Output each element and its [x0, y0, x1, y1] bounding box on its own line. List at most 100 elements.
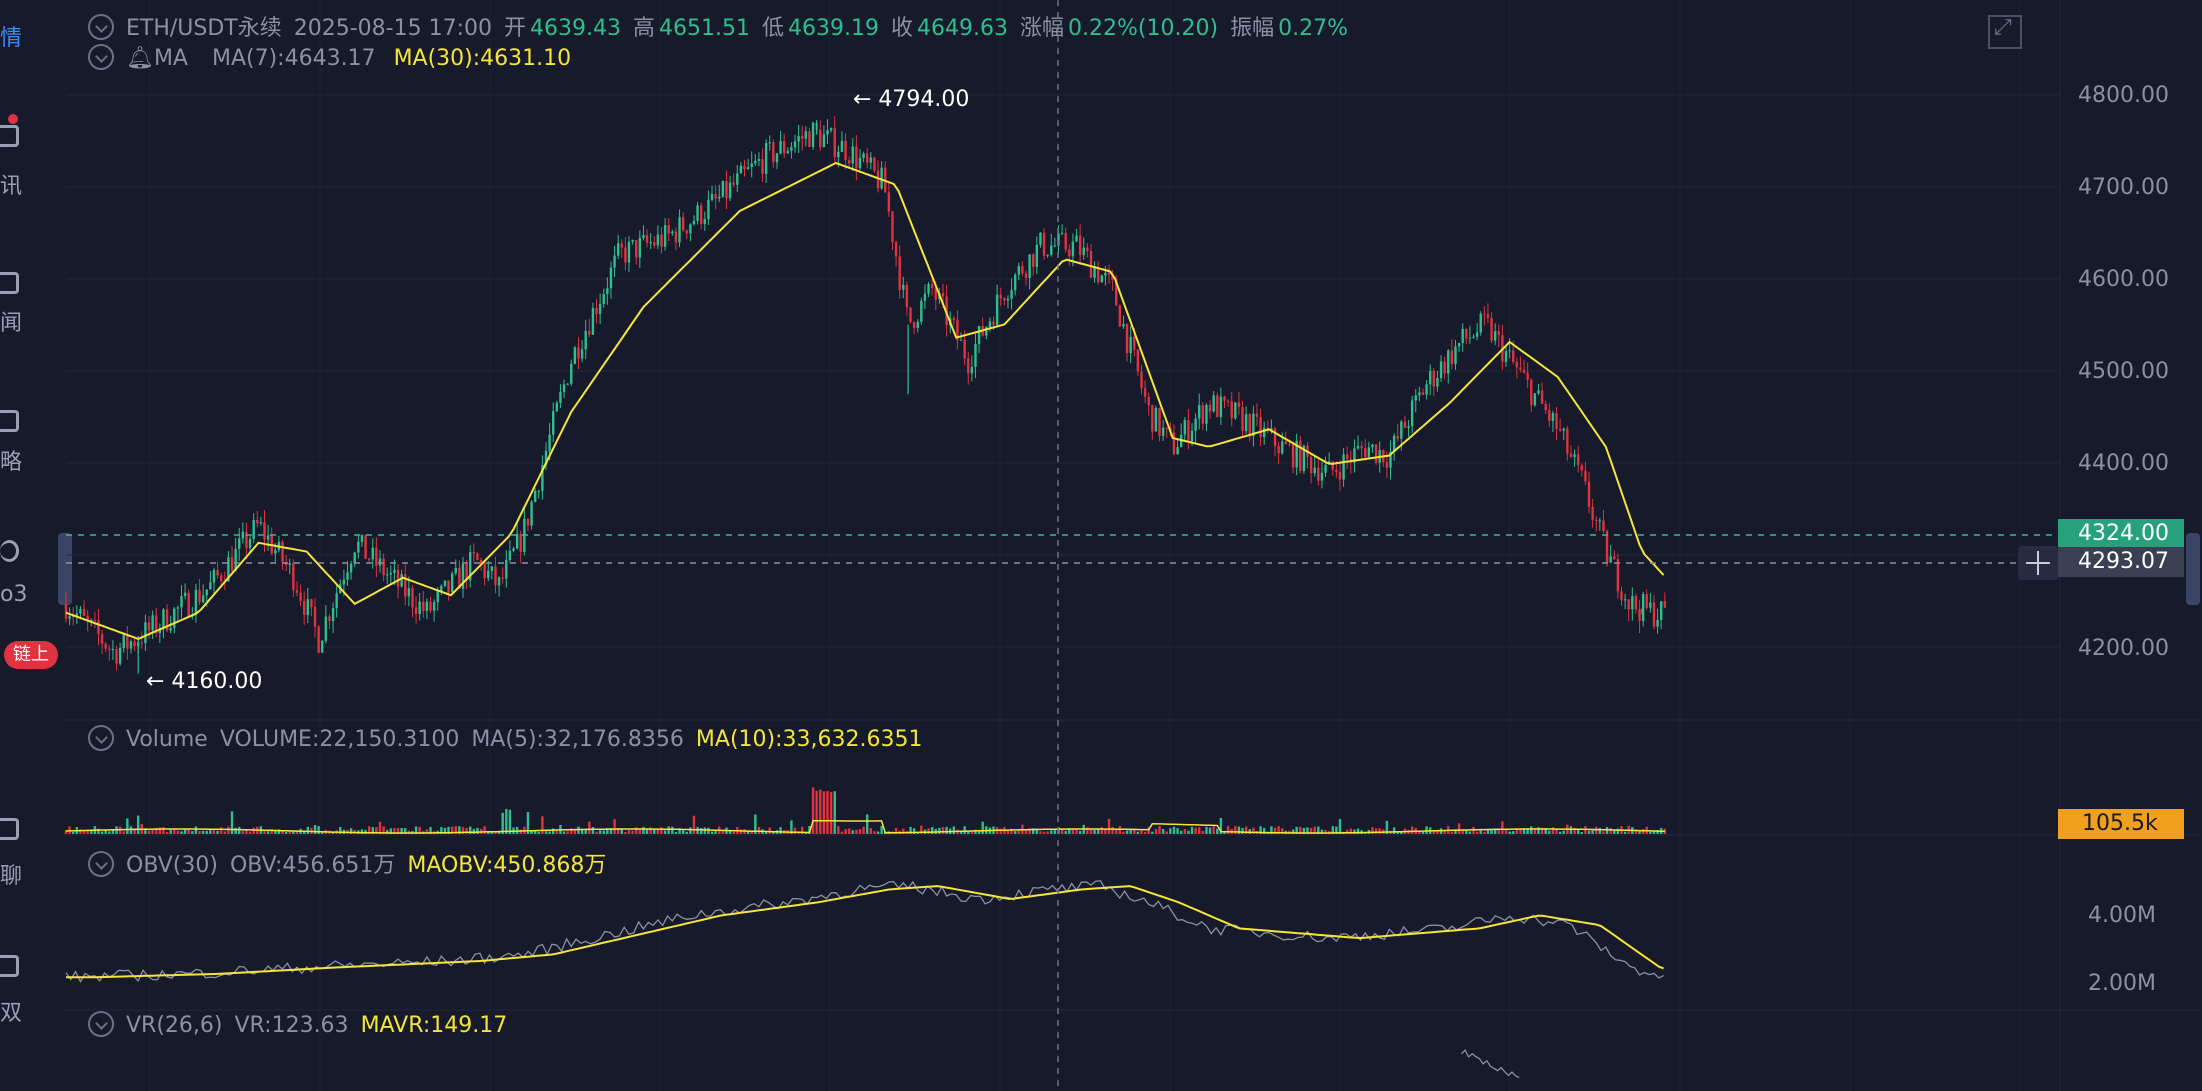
volume-bar	[938, 827, 941, 834]
volume-bar	[151, 829, 154, 834]
volume-bar	[1638, 831, 1641, 834]
candle-body	[577, 347, 580, 359]
candle-body	[967, 358, 970, 374]
volume-bar	[873, 831, 876, 834]
collapse-toggle-icon[interactable]	[88, 725, 114, 751]
candle-body	[1064, 232, 1067, 250]
candle-body	[1183, 420, 1186, 435]
volume-bar	[1562, 830, 1565, 834]
close-label: 收	[891, 16, 914, 41]
candle-body	[411, 588, 414, 608]
volume-bar	[1078, 830, 1082, 834]
candle-body	[588, 330, 591, 335]
collapse-toggle-icon[interactable]	[88, 1011, 114, 1037]
candle-body	[1364, 448, 1367, 457]
candle-body	[696, 205, 699, 221]
candle-body	[891, 211, 894, 243]
candle-body	[1226, 400, 1230, 402]
crosshair-plus-button[interactable]	[2018, 546, 2058, 580]
volume-bar	[927, 828, 930, 834]
candle-body	[133, 641, 136, 647]
candle-body	[194, 589, 198, 615]
volume-bar	[1483, 831, 1486, 834]
candle-body	[660, 234, 663, 247]
volume-bar	[1652, 831, 1656, 834]
candle-body	[245, 531, 248, 549]
candle-body	[804, 131, 808, 139]
candle-body	[1425, 384, 1428, 395]
price-tick: 4400.00	[2078, 451, 2169, 476]
volume-bar	[811, 787, 815, 834]
volume-bar	[1374, 828, 1378, 834]
volume-bar	[541, 816, 544, 834]
volume-info: Volume VOLUME:22,150.3100 MA(5):32,176.835…	[88, 725, 934, 753]
volume-bar	[1216, 828, 1219, 834]
volume-bar	[180, 831, 183, 834]
candle-body	[649, 242, 652, 244]
kline-chart[interactable]	[0, 0, 2202, 1091]
candle-body	[562, 384, 566, 393]
candle-body	[1024, 273, 1028, 279]
volume-bar	[1118, 826, 1122, 834]
price-tick: 4800.00	[2078, 83, 2169, 108]
obv-info: OBV(30) OBV:456.651万 MAOBV:450.868万	[88, 847, 618, 879]
candle-body	[631, 240, 634, 242]
candle-body	[873, 157, 876, 171]
collapse-toggle-icon[interactable]	[88, 851, 114, 877]
candle-body	[1223, 396, 1226, 401]
volume-bar	[1548, 830, 1551, 834]
candle-body	[1443, 361, 1446, 374]
volume-bar	[1201, 830, 1205, 834]
candle-body	[1104, 272, 1107, 276]
volume-bar	[930, 827, 934, 834]
candle-body	[1400, 421, 1403, 439]
fullscreen-icon[interactable]	[1988, 15, 2022, 49]
candle-body	[718, 196, 721, 199]
candle-body	[1367, 447, 1371, 457]
candle-body	[988, 321, 992, 328]
candle-body	[1627, 599, 1630, 610]
volume-bar	[1060, 829, 1064, 834]
candle-body	[1454, 346, 1457, 365]
volume-bar	[1576, 829, 1580, 834]
volume-bar	[100, 831, 104, 834]
volume-bar	[1486, 829, 1490, 834]
candle-body	[472, 552, 476, 554]
candle-body	[801, 135, 804, 139]
candle-body	[230, 557, 234, 571]
volume-bar	[829, 791, 833, 834]
candle-body	[1244, 414, 1248, 431]
volume-bar	[1537, 827, 1540, 834]
candle-body	[1591, 506, 1594, 520]
volume-bar	[1107, 818, 1111, 834]
volume-bar	[847, 828, 851, 834]
collapse-toggle-icon[interactable]	[88, 14, 114, 40]
candle-body	[487, 570, 490, 579]
candle-body	[1645, 594, 1648, 608]
datetime-label: 2025-08-15 17:00	[293, 16, 492, 41]
volume-bar	[104, 830, 107, 834]
volume-bar	[205, 830, 208, 834]
candle-body	[324, 616, 328, 641]
candle-body	[248, 539, 252, 549]
volume-bar	[1212, 826, 1215, 834]
candle-body	[512, 548, 515, 551]
volume-bar	[476, 827, 479, 834]
candle-body	[331, 608, 335, 621]
candle-body	[1562, 428, 1565, 431]
volume-bar	[815, 790, 818, 834]
volume-bar	[689, 827, 692, 834]
candle-body	[537, 490, 540, 492]
high-value: 4651.51	[659, 16, 750, 41]
candle-body	[407, 588, 411, 597]
candle-body	[616, 243, 620, 256]
candle-body	[1039, 232, 1042, 245]
volume-bar	[685, 831, 688, 834]
collapse-toggle-icon[interactable]	[88, 44, 114, 70]
alert-bell-icon[interactable]: 🔔︎	[126, 46, 154, 71]
volume-bar	[602, 830, 605, 834]
candle-body	[209, 582, 212, 590]
candle-body	[198, 589, 201, 603]
candle-body	[1288, 444, 1291, 446]
volume-bar	[1194, 827, 1197, 834]
